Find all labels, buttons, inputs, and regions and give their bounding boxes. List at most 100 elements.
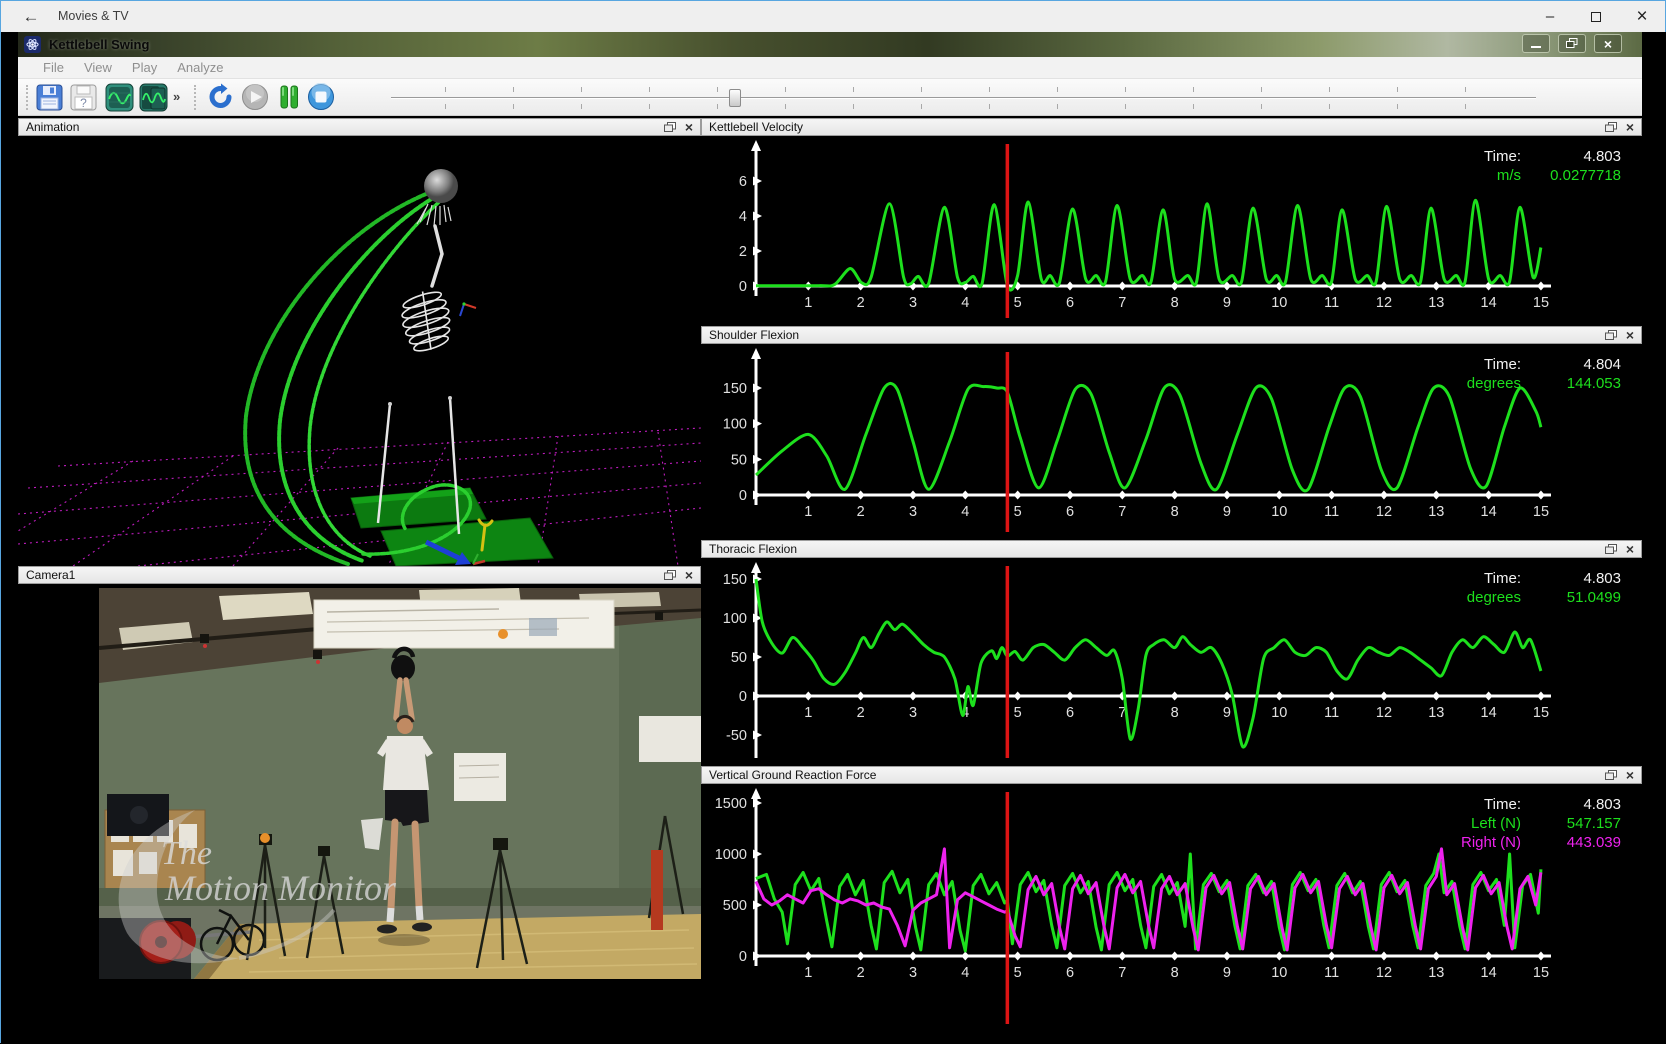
y-tick-label: 0: [739, 488, 747, 504]
x-tick-label: 11: [1324, 705, 1339, 721]
waveform-icon: [105, 83, 134, 112]
minimize-icon: –: [1546, 8, 1554, 25]
x-tick-label: 7: [1118, 504, 1126, 520]
x-tick-label: 10: [1271, 965, 1287, 981]
close-icon[interactable]: ×: [685, 122, 693, 132]
y-tick-label: 50: [731, 452, 747, 468]
float-icon[interactable]: [1605, 330, 1617, 340]
save-as-button[interactable]: ?: [68, 82, 98, 112]
outer-close-button[interactable]: ×: [1619, 1, 1665, 32]
save-button[interactable]: [34, 82, 64, 112]
x-tick-label: 8: [1171, 705, 1179, 721]
y-tick-label: 500: [723, 898, 747, 914]
graph-window-button-2[interactable]: [138, 82, 168, 112]
float-icon[interactable]: [664, 570, 676, 580]
x-tick-label: 5: [1014, 295, 1022, 311]
x-tick-label: 13: [1428, 965, 1444, 981]
close-icon[interactable]: ×: [1626, 330, 1634, 340]
animation-panel-title: Animation: [26, 120, 79, 134]
readout-value: 0.0277718: [1521, 167, 1621, 186]
readout-label: degrees: [1371, 589, 1521, 608]
thoracic-flexion-panel-title: Thoracic Flexion: [709, 542, 797, 556]
x-tick-label: 14: [1481, 965, 1497, 981]
animation-panel-header[interactable]: Animation ×: [18, 118, 701, 136]
app-minimize-button[interactable]: [1522, 34, 1550, 53]
readout-label: Left (N): [1371, 815, 1521, 834]
reset-icon: [207, 83, 235, 111]
maximize-icon: [1591, 12, 1601, 22]
readout-row: Time:4.803: [1371, 148, 1621, 167]
kettlebell-velocity-panel-header[interactable]: Kettlebell Velocity ×: [701, 118, 1642, 136]
x-tick-label: 9: [1223, 504, 1231, 520]
readout-label: degrees: [1371, 375, 1521, 394]
thoracic-flexion-panel-header[interactable]: Thoracic Flexion ×: [701, 540, 1642, 558]
float-icon[interactable]: [1605, 122, 1617, 132]
y-tick-label: 0: [739, 949, 747, 965]
close-icon: ×: [1604, 37, 1612, 51]
x-tick-label: 9: [1223, 705, 1231, 721]
x-tick-label: 13: [1428, 295, 1444, 311]
close-icon[interactable]: ×: [1626, 544, 1634, 554]
close-icon: ×: [1636, 6, 1647, 28]
graph-window-button-1[interactable]: [104, 82, 134, 112]
app-restore-button[interactable]: [1558, 34, 1586, 53]
toolbar-drag-handle-2[interactable]: [194, 85, 196, 110]
menu-item-file[interactable]: File: [33, 60, 74, 75]
x-tick-label: 13: [1428, 504, 1444, 520]
vertical-ground-reaction-force-panel-title: Vertical Ground Reaction Force: [709, 768, 876, 782]
slider-track: [391, 97, 1536, 99]
readout-label: m/s: [1371, 167, 1521, 186]
y-tick-label: 2: [739, 244, 747, 260]
x-tick-label: 12: [1376, 965, 1392, 981]
app-title: Kettlebell Swing: [49, 37, 149, 52]
menu-item-play[interactable]: Play: [122, 60, 167, 75]
reset-button[interactable]: [206, 82, 236, 112]
camera-panel-header[interactable]: Camera1 ×: [18, 566, 701, 584]
x-tick-label: 13: [1428, 705, 1444, 721]
pause-button[interactable]: [274, 82, 304, 112]
menu-item-view[interactable]: View: [74, 60, 122, 75]
x-tick-label: 8: [1171, 504, 1179, 520]
x-tick-label: 8: [1171, 965, 1179, 981]
close-icon[interactable]: ×: [1626, 122, 1634, 132]
y-tick-label: 1500: [715, 796, 747, 812]
menu-item-analyze[interactable]: Analyze: [167, 60, 233, 75]
app-window: Kettlebell Swing × FileViewPlayAnalyze: [18, 32, 1642, 1032]
app-window-controls: ×: [1522, 34, 1622, 53]
float-icon[interactable]: [664, 122, 676, 132]
play-button[interactable]: [240, 82, 270, 112]
x-tick-label: 6: [1066, 295, 1074, 311]
x-tick-label: 15: [1533, 965, 1549, 981]
outer-minimize-button[interactable]: –: [1527, 1, 1573, 32]
timeline-slider[interactable]: [391, 87, 1536, 109]
float-icon[interactable]: [1605, 770, 1617, 780]
float-icon[interactable]: [1605, 544, 1617, 554]
vertical-ground-reaction-force-panel-header[interactable]: Vertical Ground Reaction Force ×: [701, 766, 1642, 784]
close-icon[interactable]: ×: [1626, 770, 1634, 780]
x-tick-label: 8: [1171, 295, 1179, 311]
back-button[interactable]: ←: [15, 1, 47, 32]
toolbar-drag-handle[interactable]: [26, 85, 28, 110]
shoulder-flexion-panel-title: Shoulder Flexion: [709, 328, 799, 342]
shoulder-flexion-panel-header[interactable]: Shoulder Flexion ×: [701, 326, 1642, 344]
app-close-button[interactable]: ×: [1594, 34, 1622, 53]
kettlebell-velocity-panel-title: Kettlebell Velocity: [709, 120, 803, 134]
restore-icon: [1566, 38, 1578, 49]
toolbar: ?: [18, 79, 1642, 116]
toolbar-overflow-button[interactable]: »: [173, 89, 180, 104]
menubar: FileViewPlayAnalyze: [18, 57, 1642, 79]
y-tick-label: 100: [723, 417, 747, 433]
x-tick-label: 3: [909, 705, 917, 721]
x-tick-label: 12: [1376, 705, 1392, 721]
y-tick-label: 100: [723, 611, 747, 627]
readout-label: Time:: [1371, 148, 1521, 167]
animation-viewport[interactable]: [18, 136, 701, 566]
y-tick-label: 0: [739, 279, 747, 295]
svg-text:?: ?: [80, 96, 87, 110]
slider-handle[interactable]: [729, 89, 741, 107]
readout-value: 547.157: [1521, 815, 1621, 834]
readout-value: 443.039: [1521, 834, 1621, 853]
stop-button[interactable]: [306, 82, 336, 112]
close-icon[interactable]: ×: [685, 570, 693, 580]
outer-maximize-button[interactable]: [1573, 1, 1619, 32]
